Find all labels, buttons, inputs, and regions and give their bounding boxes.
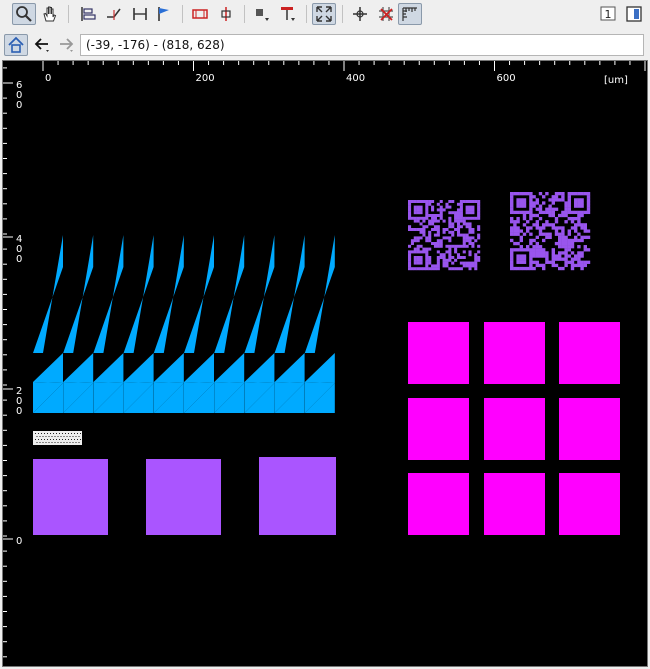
cyan-upper-triangle — [123, 353, 154, 383]
forward-arrow-icon — [60, 38, 74, 52]
qr-code-1 — [408, 200, 481, 271]
magenta-square — [484, 398, 545, 460]
magenta-square — [559, 473, 620, 535]
h-ruler-label: 600 — [497, 73, 516, 84]
purple-square-2 — [146, 459, 221, 535]
unit-label: [um] — [604, 75, 628, 86]
point-icon — [256, 9, 269, 21]
qr-code-2 — [510, 192, 591, 271]
cyan-upper-triangle — [184, 353, 214, 383]
align-icon — [81, 7, 96, 21]
back-button[interactable] — [30, 34, 54, 56]
flag-icon — [158, 7, 169, 21]
magenta-square — [408, 398, 469, 460]
layout-canvas[interactable]: 0 200 400 600 8 600 400 200 0 [um] — [2, 60, 648, 667]
layer-number-icon: 1 — [600, 6, 616, 21]
cyan-slanted-bar — [274, 235, 305, 353]
cyan-slanted-bar — [214, 235, 245, 353]
magenta-square — [408, 322, 469, 384]
text-tool-icon — [281, 7, 295, 21]
pan-tool-button[interactable] — [38, 3, 62, 25]
cyan-slanted-bar — [304, 235, 335, 353]
point-dropdown-tool-button[interactable] — [250, 3, 274, 25]
purple-square-1 — [33, 459, 108, 535]
v-ruler-label: 0 — [16, 536, 22, 547]
home-icon — [8, 36, 24, 53]
ruler-toggle-tool-button[interactable] — [398, 3, 422, 25]
purple-square-3 — [259, 457, 336, 535]
grid-off-icon — [379, 7, 393, 21]
align-tool-button[interactable] — [76, 3, 100, 25]
panel-icon — [626, 6, 642, 22]
measure-width-tool-button[interactable] — [128, 3, 152, 25]
cyan-upper-triangle — [153, 353, 184, 383]
text-dropdown-tool-button[interactable] — [276, 3, 300, 25]
v-ruler-label: 0 — [16, 406, 22, 417]
snap-icon — [353, 7, 367, 21]
vertical-ruler-icon — [221, 7, 231, 21]
magenta-square — [559, 398, 620, 460]
cyan-shape-array — [33, 235, 335, 413]
cyan-slanted-bar — [123, 235, 154, 353]
forward-button[interactable] — [54, 34, 78, 56]
snap-tool-button[interactable] — [348, 3, 372, 25]
panel-toggle-button[interactable] — [622, 3, 646, 25]
zoom-fit-icon — [316, 6, 332, 22]
magenta-square — [484, 322, 545, 384]
measure-angle-tool-button[interactable] — [102, 3, 126, 25]
layer-number-text: 1 — [605, 8, 612, 21]
magenta-square — [484, 473, 545, 535]
v-ruler-label: 0 — [16, 254, 22, 265]
layer-number-button[interactable]: 1 — [598, 3, 620, 25]
cyan-upper-triangle — [274, 353, 305, 383]
ruler-horizontal-tool-button[interactable] — [188, 3, 212, 25]
coordinate-range-field[interactable]: (-39, -176) - (818, 628) — [80, 34, 644, 56]
cyan-slanted-bar — [63, 235, 94, 353]
grid-off-tool-button[interactable] — [374, 3, 398, 25]
h-ruler-label: 200 — [196, 73, 215, 84]
cyan-upper-triangle — [63, 353, 94, 383]
zoom-fit-tool-button[interactable] — [312, 3, 336, 25]
back-arrow-icon — [34, 38, 49, 52]
cyan-upper-triangle — [304, 353, 335, 383]
cyan-slanted-bar — [153, 235, 184, 353]
magnifier-icon — [16, 6, 32, 22]
vertical-ruler: 6004002000 — [3, 67, 22, 658]
angle-icon — [107, 8, 121, 20]
cyan-slanted-bar — [244, 235, 275, 353]
main-toolbar: 1 — [0, 0, 650, 30]
cyan-upper-triangle — [244, 353, 275, 383]
magenta-square — [559, 322, 620, 384]
ruler-toggle-icon — [402, 7, 417, 21]
cyan-slanted-bar — [93, 235, 124, 353]
cyan-upper-triangle — [93, 353, 124, 383]
magenta-square — [408, 473, 469, 535]
horizontal-ruler: 0 200 400 600 8 — [42, 61, 648, 84]
ruler-vertical-tool-button[interactable] — [214, 3, 238, 25]
h-ruler-label: 400 — [346, 73, 365, 84]
cyan-upper-triangle — [33, 353, 63, 383]
cyan-slanted-bar — [33, 235, 63, 353]
zoom-tool-button[interactable] — [12, 3, 36, 25]
cyan-upper-triangle — [214, 353, 245, 383]
cyan-slanted-bar — [184, 235, 214, 353]
horizontal-ruler-icon — [192, 9, 208, 19]
flag-tool-button[interactable] — [152, 3, 176, 25]
width-measure-icon — [133, 8, 147, 20]
v-ruler-label: 0 — [16, 100, 22, 111]
navigation-bar: (-39, -176) - (818, 628) — [0, 30, 650, 60]
layout-drawing[interactable]: 0 200 400 600 8 600 400 200 0 [um] — [3, 61, 648, 667]
home-button[interactable] — [4, 34, 28, 56]
magenta-square-grid — [408, 322, 620, 535]
h-ruler-label: 0 — [45, 73, 51, 84]
h-ruler-label: 8 — [647, 73, 648, 84]
hand-icon — [43, 6, 57, 22]
